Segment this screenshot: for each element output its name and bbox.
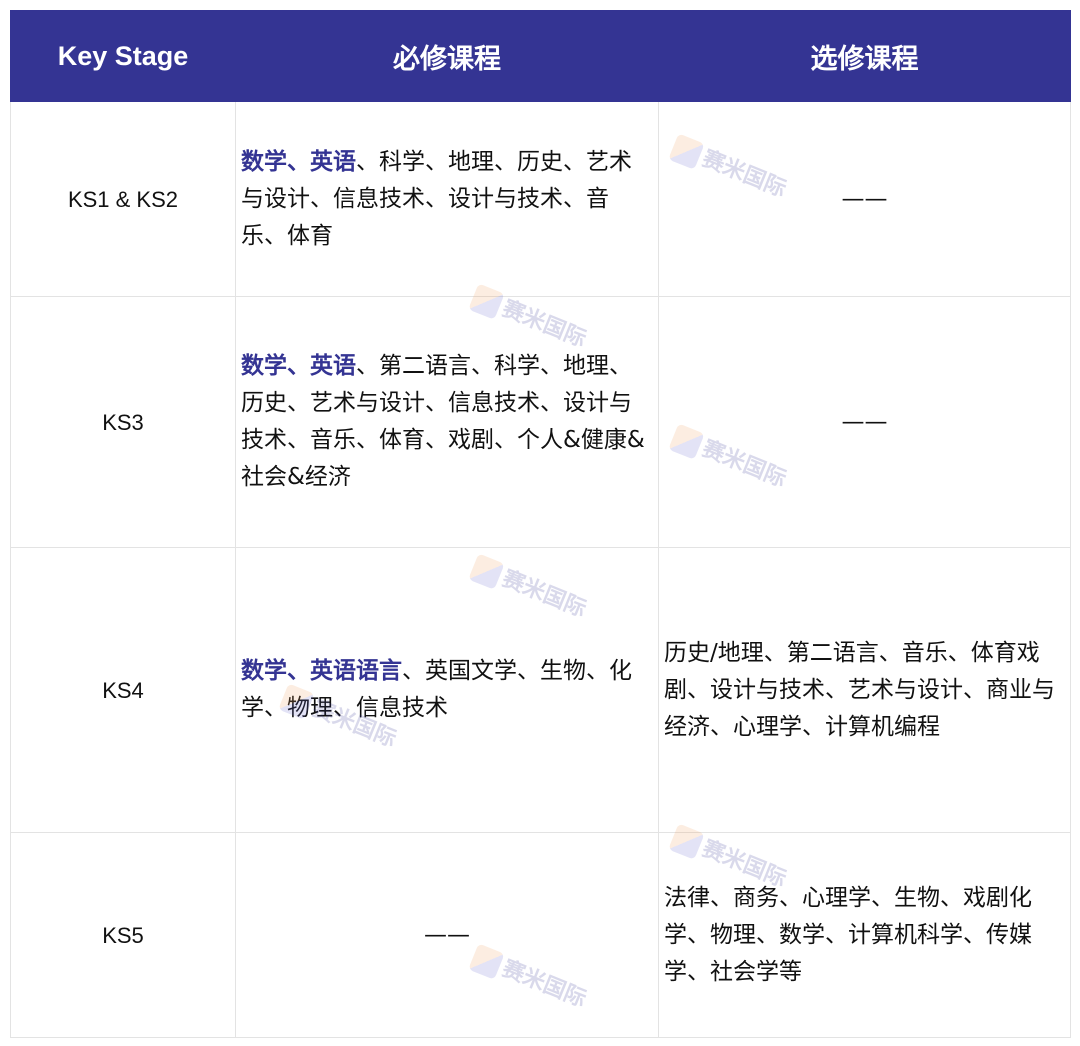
stage-cell: KS4 <box>10 547 236 833</box>
header-key-stage: Key Stage <box>10 10 236 102</box>
header-row: Key Stage 必修课程 选修课程 <box>10 10 1071 102</box>
stage-cell: KS3 <box>10 296 236 548</box>
required-cell: —— <box>235 832 659 1038</box>
required-cell: 数学、英语、第二语言、科学、地理、历史、艺术与设计、信息技术、设计与技术、音乐、… <box>235 296 659 548</box>
elective-cell: 法律、商务、心理学、生物、戏剧化学、物理、数学、计算机科学、传媒学、社会学等 <box>658 832 1071 1038</box>
header-required-courses: 必修课程 <box>235 10 659 102</box>
required-highlight: 数学、英语 <box>241 353 356 379</box>
required-cell: 数学、英语语言、英国文学、生物、化学、物理、信息技术 <box>235 547 659 833</box>
elective-cell: —— <box>658 296 1071 548</box>
elective-cell: —— <box>658 101 1071 297</box>
table-header: Key Stage 必修课程 选修课程 <box>10 10 1071 102</box>
required-rest: —— <box>424 921 470 948</box>
table-row: KS5 —— 法律、商务、心理学、生物、戏剧化学、物理、数学、计算机科学、传媒学… <box>10 832 1071 1038</box>
elective-cell: 历史/地理、第二语言、音乐、体育戏剧、设计与技术、艺术与设计、商业与经济、心理学… <box>658 547 1071 833</box>
required-highlight: 数学、英语语言 <box>241 658 402 684</box>
table-row: KS4 数学、英语语言、英国文学、生物、化学、物理、信息技术 历史/地理、第二语… <box>10 547 1071 833</box>
table-row: KS3 数学、英语、第二语言、科学、地理、历史、艺术与设计、信息技术、设计与技术… <box>10 296 1071 548</box>
required-highlight: 数学、英语 <box>241 148 356 175</box>
curriculum-table: Key Stage 必修课程 选修课程 KS1 & KS2 数学、英语、科学、地… <box>10 10 1071 1038</box>
required-cell: 数学、英语、科学、地理、历史、艺术与设计、信息技术、设计与技术、音乐、体育 <box>235 101 659 297</box>
stage-cell: KS5 <box>10 832 236 1038</box>
stage-cell: KS1 & KS2 <box>10 101 236 297</box>
table-row: KS1 & KS2 数学、英语、科学、地理、历史、艺术与设计、信息技术、设计与技… <box>10 101 1071 297</box>
header-elective-courses: 选修课程 <box>658 10 1071 102</box>
